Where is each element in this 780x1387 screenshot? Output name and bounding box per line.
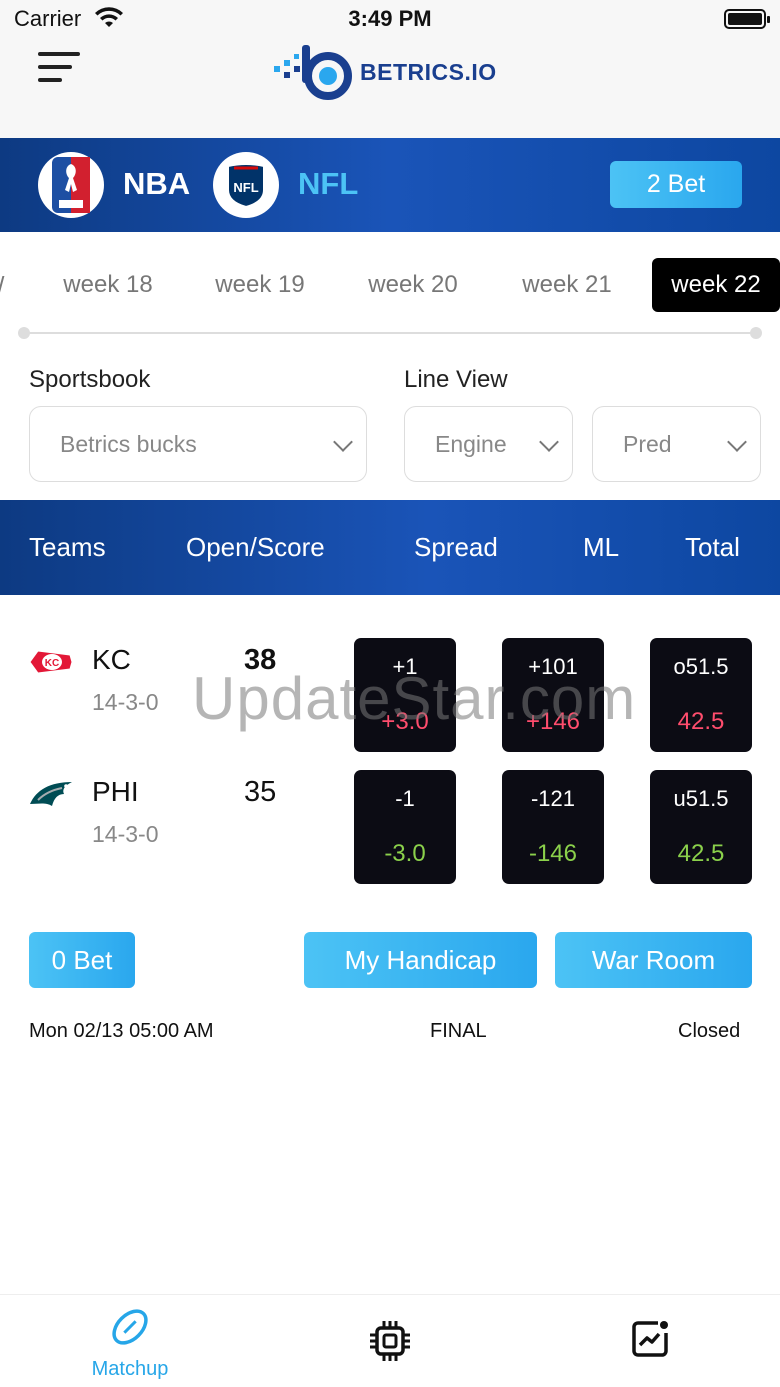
nba-logo-icon[interactable] [38,152,104,218]
spread-cell-away[interactable]: -1 -3.0 [354,770,456,884]
svg-text:KC: KC [45,658,59,669]
sportsbook-value: Betrics bucks [60,430,197,457]
week-tab-partial[interactable] [0,258,8,312]
team-score-away: 35 [244,776,277,808]
battery-icon [724,9,770,29]
bet-slip-button[interactable]: 2 Bet [610,161,742,208]
sportsbook-label: Sportsbook [29,366,151,393]
my-handicap-button[interactable]: My Handicap [304,932,537,988]
war-room-button[interactable]: War Room [555,932,752,988]
line-view-dropdown[interactable]: Engine [404,406,573,482]
league-tab-nfl[interactable]: NFL [298,166,358,202]
mode-value: Pred [623,430,672,457]
league-tab-nba[interactable]: NBA [123,166,190,202]
chart-icon [632,1321,668,1357]
table-header: Teams Open/Score Spread ML Total [0,500,780,595]
chiefs-logo-icon: KC [29,650,73,674]
nav-engine[interactable] [330,1319,450,1368]
week-tab-21[interactable]: week 21 [500,258,634,312]
team-record-home: 14-3-0 [92,689,159,715]
nav-matchup-label: Matchup [91,1358,169,1380]
chevron-down-icon [333,432,353,452]
team-abbr-away: PHI [92,776,139,807]
football-icon [112,1309,148,1345]
col-ml: ML [583,532,620,562]
watermark: UpdateStar.com [192,665,637,732]
game-status: FINAL [430,1020,487,1042]
week-tab-19[interactable]: week 19 [192,258,328,312]
betrics-logo-icon [274,45,352,100]
line-view-value: Engine [435,430,507,457]
week-tab-22[interactable]: week 22 [652,258,780,312]
week-tab-18[interactable]: week 18 [40,258,176,312]
eagles-logo-icon [30,782,72,806]
market-status: Closed [678,1020,741,1042]
app-header: BETRICS.IO [0,40,780,138]
col-open-score: Open/Score [186,532,325,562]
chip-icon [370,1321,410,1361]
col-spread: Spread [414,532,498,562]
app-logo: BETRICS.IO [272,42,497,102]
status-bar: Carrier 3:49 PM [0,0,780,40]
nav-matchup[interactable]: Matchup [70,1305,190,1381]
bet-count-button[interactable]: 0 Bet [29,932,135,988]
line-view-label: Line View [404,366,508,393]
logo-text: BETRICS.IO [360,58,497,85]
clock: 3:49 PM [348,6,432,31]
chevron-down-icon [727,432,747,452]
menu-icon[interactable] [38,52,82,88]
game-datetime: Mon 02/13 05:00 AM [29,1020,214,1042]
total-cell-away[interactable]: u51.5 42.5 [650,770,752,884]
week-scrollbar[interactable] [18,327,762,339]
col-total: Total [685,532,740,562]
week-selector: week 18 week 19 week 20 week 21 week 22 [0,232,780,322]
svg-text:NFL: NFL [233,180,258,195]
bottom-nav: Matchup [0,1294,780,1387]
col-teams: Teams [29,532,106,562]
total-cell-home[interactable]: o51.5 42.5 [650,638,752,752]
nav-analytics[interactable] [590,1319,710,1364]
mode-dropdown[interactable]: Pred [592,406,761,482]
sportsbook-dropdown[interactable]: Betrics bucks [29,406,367,482]
ml-cell-away[interactable]: -121 -146 [502,770,604,884]
team-abbr-home: KC [92,644,131,675]
nfl-logo-icon[interactable]: NFL [213,152,279,218]
league-bar: NBA NFL NFL 2 Bet [0,138,780,232]
team-record-away: 14-3-0 [92,821,159,847]
week-tab-20[interactable]: week 20 [344,258,482,312]
chevron-down-icon [539,432,559,452]
